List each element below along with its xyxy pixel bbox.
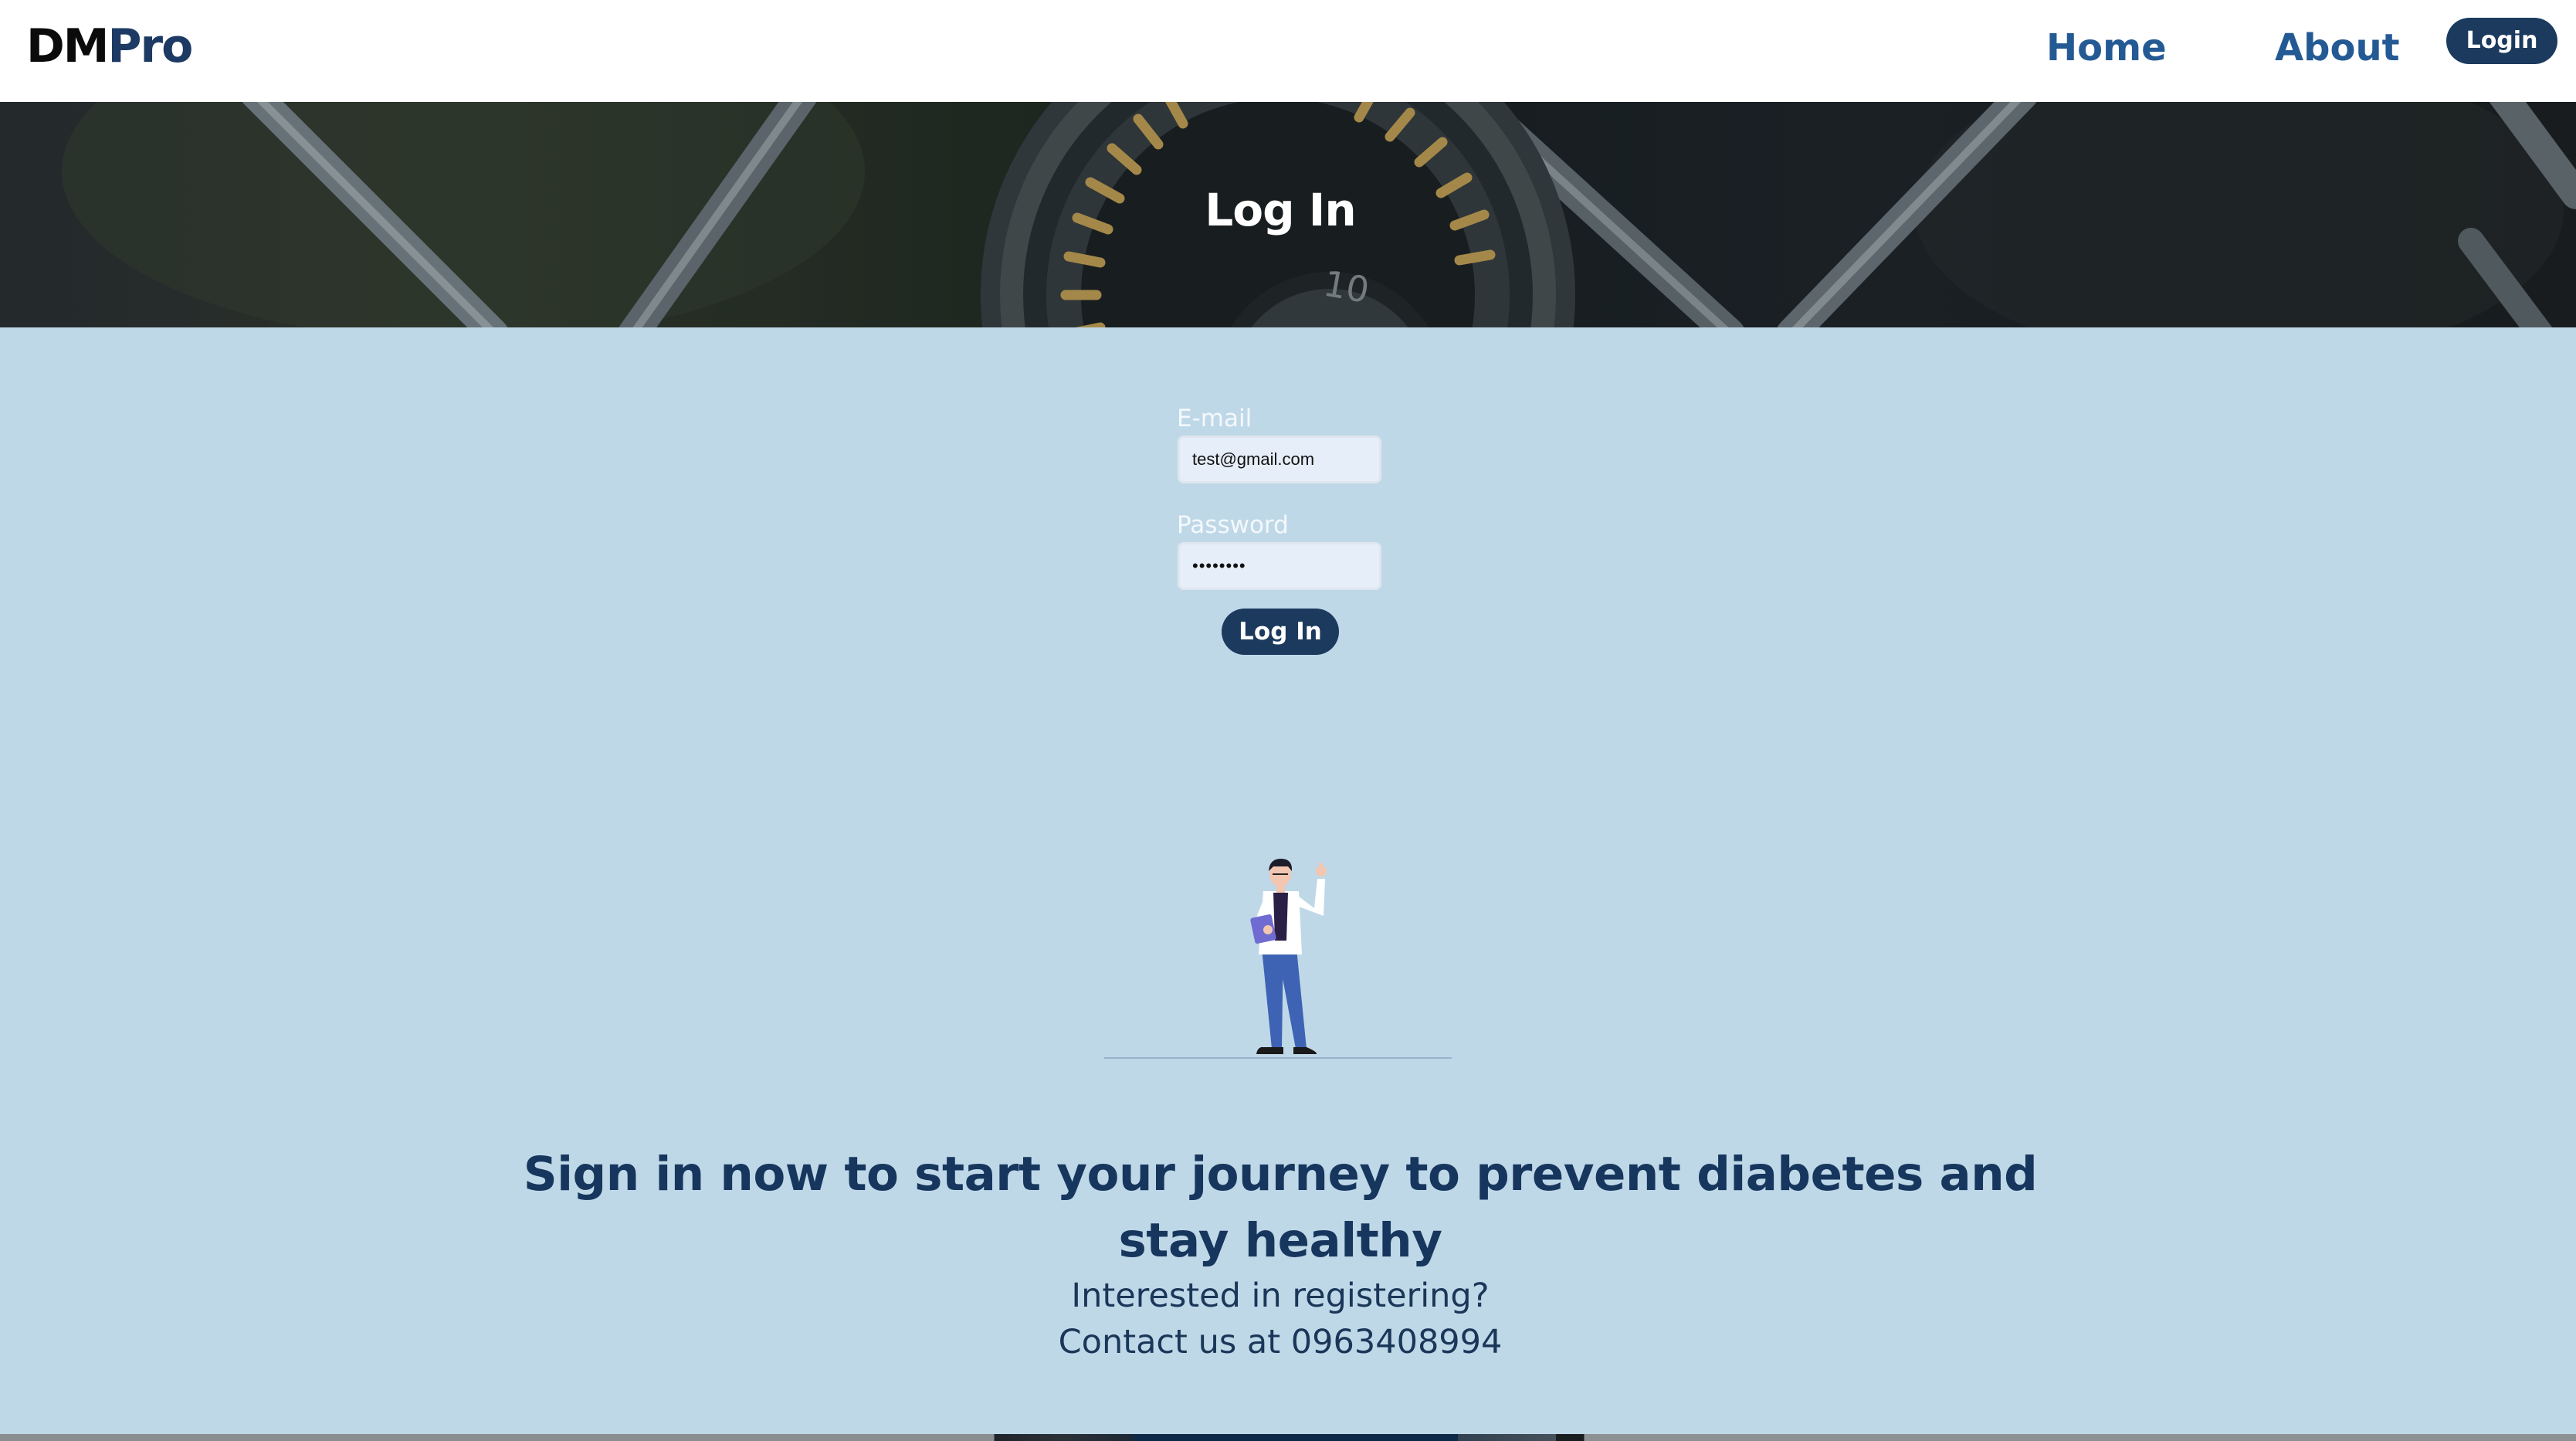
password-label: Password [1177, 511, 1289, 539]
brand-secondary: Pro [107, 19, 194, 73]
top-navbar: DMPro Home About Login [0, 0, 2576, 102]
footer-image-strip [0, 1434, 2576, 1441]
cta-heading: Sign in now to start your journey to pre… [0, 1141, 2561, 1274]
brand-logo[interactable]: DMPro [26, 19, 194, 73]
hero-banner: 10 Log In [0, 102, 2576, 327]
password-field[interactable] [1178, 542, 1381, 590]
email-label: E-mail [1177, 405, 1252, 432]
nav-login-button[interactable]: Login [2446, 18, 2557, 64]
email-field[interactable] [1178, 436, 1381, 483]
contact-info: Contact us at 0963408994 [1058, 1323, 1503, 1361]
login-submit-button[interactable]: Log In [1222, 609, 1339, 655]
cta-heading-line-2: stay healthy [1118, 1213, 1442, 1268]
register-prompt: Interested in registering? [1071, 1277, 1490, 1315]
nav-link-home[interactable]: Home [2046, 23, 2167, 73]
hero-title: Log In [1205, 184, 1356, 236]
cta-heading-line-1: Sign in now to start your journey to pre… [523, 1147, 2038, 1202]
nav-link-about[interactable]: About [2275, 23, 2400, 73]
doctor-waving-illustration [1104, 859, 1452, 1059]
brand-primary: DM [26, 19, 110, 73]
